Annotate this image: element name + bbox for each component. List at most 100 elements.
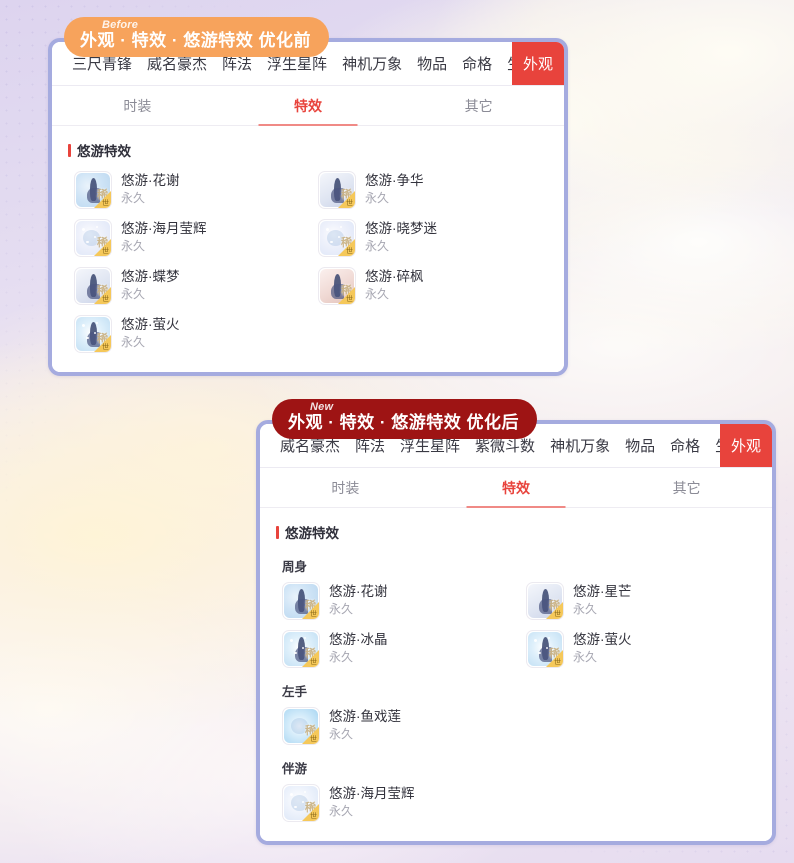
effect-group-label: 周身 [282,560,308,574]
effect-thumbnail[interactable]: 稀世 [318,267,356,305]
effect-item[interactable]: 稀世悠游·花谢永久 [274,577,518,625]
rarity-corner-glyph: 世 [102,247,109,255]
ribbon-badge-before: Before 外观 · 特效 · 悠游特效 优化前 [64,17,329,57]
rarity-corner-glyph: 世 [310,610,317,618]
effect-item[interactable]: 稀世悠游·海月莹辉 永久 [66,214,310,262]
effect-item-texts: 悠游·争华永久 [365,174,424,205]
section-header: 悠游特效 [52,138,564,166]
effect-item-name: 悠游·鱼戏莲 [329,709,401,725]
effect-thumbnail[interactable]: 稀世 [74,267,112,305]
sub-tab-item[interactable]: 时装 [260,468,431,507]
panel-frame-after: 威名豪杰阵法浮生星阵紫微斗数神机万象物品命格生活/行当 外观 时装特效其它 悠游… [256,420,776,845]
effect-item-name: 悠游·萤火 [573,632,632,648]
effect-item[interactable]: 稀世悠游·萤火永久 [66,310,310,358]
ribbon-title: 外观 · 特效 · 悠游特效 优化前 [80,31,311,50]
effect-item-texts: 悠游·冰晶 永久 [329,633,388,664]
effect-item[interactable]: 稀世悠游·争华永久 [310,166,554,214]
sub-tab-item[interactable]: 其它 [393,86,564,125]
effect-group-label: 伴游 [282,762,308,776]
section-title: 悠游特效 [77,144,131,159]
effect-item-name: 悠游·海月莹辉 [329,786,415,802]
effect-thumbnail[interactable]: 稀世 [74,171,112,209]
effect-item[interactable]: 稀世悠游·海月莹辉 永久 [274,779,518,827]
ribbon-tag: New [310,401,334,413]
sub-tab-item[interactable]: 其它 [601,468,772,507]
effect-item[interactable]: 稀世悠游·晓梦迷 永久 [310,214,554,262]
effect-item[interactable]: 稀世悠游·花谢 永久 [66,166,310,214]
top-nav-item[interactable]: 命格 [670,435,700,456]
sub-tab-item[interactable]: 时装 [52,86,223,125]
effect-thumbnail[interactable]: 稀世 [318,171,356,209]
sub-tabs-before: 时装 特效 其它 [52,86,564,126]
rarity-corner-glyph: 世 [102,199,109,207]
effect-thumbnail[interactable]: 稀世 [282,707,320,745]
section-title: 悠游特效 [285,526,339,541]
top-nav-item[interactable]: 物品 [625,435,655,456]
rarity-corner-glyph: 世 [102,343,109,351]
effect-grid: 稀世悠游·花谢 永久稀世悠游·争华 永久稀世悠游·海月莹辉 永久稀世悠游·晓梦迷 永久稀… [52,166,564,358]
effect-item[interactable]: 稀世悠游·冰晶 永久 [274,625,518,673]
effect-item-texts: 悠游·蝶梦永久 [121,270,180,301]
effect-item[interactable]: 稀世悠游·碎枫 永久 [310,262,554,310]
effect-item[interactable]: 稀世悠游·蝶梦永久 [66,262,310,310]
effect-thumbnail[interactable]: 稀世 [526,582,564,620]
effect-grid: 稀世悠游·海月莹辉 永久 [260,779,772,827]
effect-item-texts: 悠游·花谢 永久 [121,174,180,205]
effect-item-duration: 永久 [365,191,390,206]
sub-tab-active[interactable]: 特效 [431,468,602,507]
effect-item-name: 悠游·蝶梦 [121,269,180,285]
effect-thumbnail[interactable]: 稀世 [282,784,320,822]
effect-item-name: 悠游·冰晶 [329,632,388,648]
effect-item[interactable]: 稀世悠游·星芒永久 [518,577,762,625]
effect-item-duration: 永久 [329,804,354,819]
effect-item-name: 悠游·海月莹辉 [121,221,207,237]
effect-grid: 稀世悠游·花谢 永久稀世悠游·星芒 永久稀世悠游·冰晶 永久稀世悠游·萤火 永久 [260,577,772,673]
rarity-corner-glyph: 世 [310,658,317,666]
ribbon-tag: Before [102,19,139,31]
effect-item-duration: 永久 [329,602,354,617]
rarity-corner-glyph: 世 [102,295,109,303]
top-nav-active-tab-appearance[interactable]: 外观 [719,424,772,467]
effect-item-name: 悠游·晓梦迷 [365,221,437,237]
effect-item-name: 悠游·萤火 [121,317,180,333]
effect-item-duration: 永久 [573,650,598,665]
section-accent-bar [276,525,279,539]
effect-group-label: 左手 [282,685,308,699]
effect-item[interactable]: 稀世悠游·鱼戏莲 永久 [274,702,518,750]
top-nav-item[interactable]: 物品 [417,53,447,74]
effect-item-texts: 悠游·海月莹辉 永久 [329,787,415,818]
sub-tab-active[interactable]: 特效 [223,86,394,125]
effect-item-name: 悠游·星芒 [573,584,632,600]
effect-item-texts: 悠游·鱼戏莲 永久 [329,710,401,741]
rarity-corner-glyph: 世 [346,295,353,303]
effect-item-texts: 悠游·花谢永久 [329,585,388,616]
effect-item-texts: 悠游·萤火永久 [121,318,180,349]
effect-item-texts: 悠游·晓梦迷 永久 [365,222,437,253]
effect-item-duration: 永久 [365,239,390,254]
section-header: 悠游特效 [260,520,772,548]
panel-frame-before: 三尺青锋威名豪杰阵法浮生星阵神机万象物品命格生活/行当 外观 时装特效其它 悠游… [48,38,568,376]
panel-after: New 外观 · 特效 · 悠游特效 优化后 威名豪杰 阵法 浮生星阵 紫微斗数 神机万… [256,399,776,845]
effect-item[interactable]: 稀世悠游·萤火永久 [518,625,762,673]
effect-thumbnail[interactable]: 稀世 [318,219,356,257]
rarity-corner-glyph: 世 [346,247,353,255]
effect-item-duration: 永久 [573,602,598,617]
ribbon-title: 外观 · 特效 · 悠游特效 优化后 [288,413,519,432]
effect-thumbnail[interactable]: 稀世 [282,630,320,668]
effect-item-name: 悠游·争华 [365,173,424,189]
top-nav-active-tab-appearance[interactable]: 外观 [511,42,564,85]
effect-item-duration: 永久 [121,335,146,350]
effect-item-name: 悠游·花谢 [329,584,388,600]
effect-groups-before: 稀世悠游·花谢 永久稀世悠游·争华 永久稀世悠游·海月莹辉 永久稀世悠游·晓梦迷 永久稀… [52,166,564,358]
top-nav-item[interactable]: 神机万象 [550,435,610,456]
effect-item-duration: 永久 [121,287,146,302]
effect-grid: 稀世悠游·鱼戏莲 永久 [260,702,772,750]
top-nav-item[interactable]: 神机万象 [342,53,402,74]
effect-thumbnail[interactable]: 稀世 [526,630,564,668]
effect-thumbnail[interactable]: 稀世 [282,582,320,620]
top-nav-item[interactable]: 命格 [462,53,492,74]
effect-thumbnail[interactable]: 稀世 [74,315,112,353]
rarity-corner-glyph: 世 [310,735,317,743]
effect-thumbnail[interactable]: 稀世 [74,219,112,257]
rarity-corner-glyph: 世 [346,199,353,207]
